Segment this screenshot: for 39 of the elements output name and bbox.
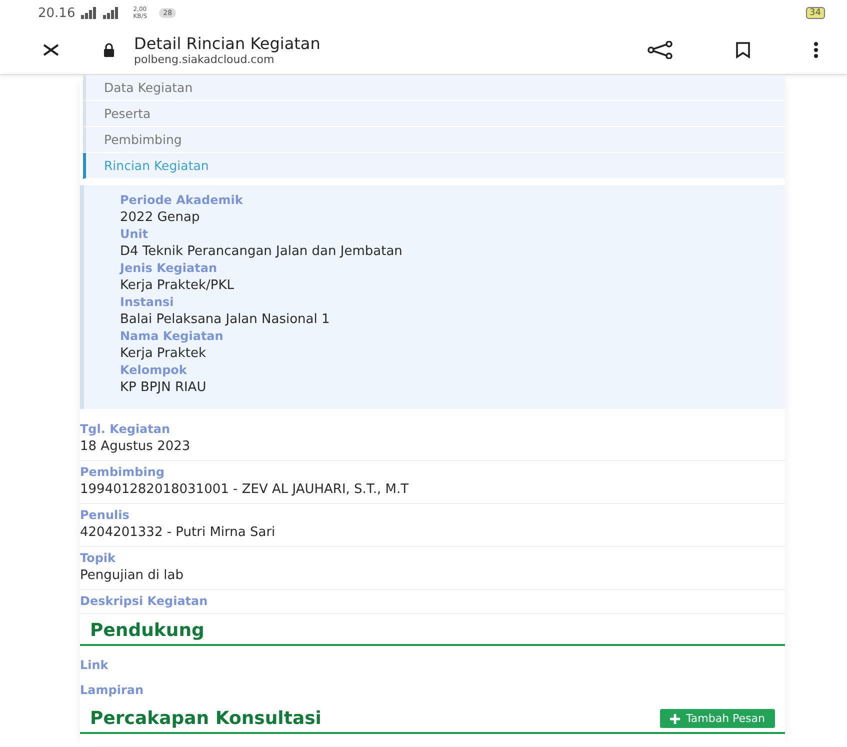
plus-icon — [670, 714, 680, 724]
field-label: Lampiran — [80, 682, 145, 699]
field-label: Periode Akademik — [120, 193, 244, 208]
nav-item[interactable]: Pembimbing — [83, 127, 785, 153]
field-label: Link — [80, 657, 110, 674]
section-title: Pendukung — [90, 620, 204, 641]
field-label: Topik — [80, 551, 117, 566]
field-label: Jenis Kegiatan — [120, 261, 218, 276]
field-value: Balai Pelaksana Jalan Nasional 1 — [120, 311, 331, 329]
nav-item[interactable]: Data Kegiatan — [83, 75, 785, 101]
nav-item[interactable]: Rincian Kegiatan — [83, 153, 785, 179]
field-value: Kerja Praktek — [120, 345, 208, 363]
field-value: Pengujian di lab — [80, 567, 184, 585]
field-value: 18 Agustus 2023 — [80, 438, 192, 456]
field-label: Pembimbing — [80, 465, 166, 480]
field-value: Kerja Praktek/PKL — [120, 277, 235, 295]
nav-item[interactable]: Peserta — [83, 101, 785, 127]
field-label: Nama Kegiatan — [120, 329, 224, 344]
battery-indicator: 34 — [806, 7, 825, 19]
page-url: polbeng.siakadcloud.com — [134, 53, 276, 66]
field-label: Kelompok — [120, 363, 188, 378]
field-value: D4 Teknik Perancangan Jalan dan Jembatan — [120, 243, 404, 261]
page-title: Detail Rincian Kegiatan — [134, 34, 322, 53]
field-value: KP BPJN RIAU — [120, 379, 208, 397]
menu-icon[interactable] — [813, 41, 819, 59]
field-value: 199401282018031001 - ZEV AL JAUHARI, S.T., M.T — [80, 481, 410, 499]
bookmark-icon[interactable] — [735, 41, 751, 59]
share-icon[interactable] — [647, 41, 673, 59]
field-label: Unit — [120, 227, 150, 242]
lock-icon — [102, 43, 116, 57]
field-value: 4204201332 - Putri Mirna Sari — [80, 524, 276, 542]
status-time: 20.16 — [38, 6, 76, 20]
field-label: Deskripsi Kegiatan — [80, 594, 209, 609]
section-title: Percakapan Konsultasi — [90, 708, 322, 729]
field-label: Tgl. Kegiatan — [80, 422, 172, 437]
field-value: 2022 Genap — [120, 209, 201, 227]
add-message-button[interactable]: Tambah Pesan — [660, 709, 775, 728]
field-label: Penulis — [80, 508, 130, 523]
field-label: Instansi — [120, 295, 175, 310]
